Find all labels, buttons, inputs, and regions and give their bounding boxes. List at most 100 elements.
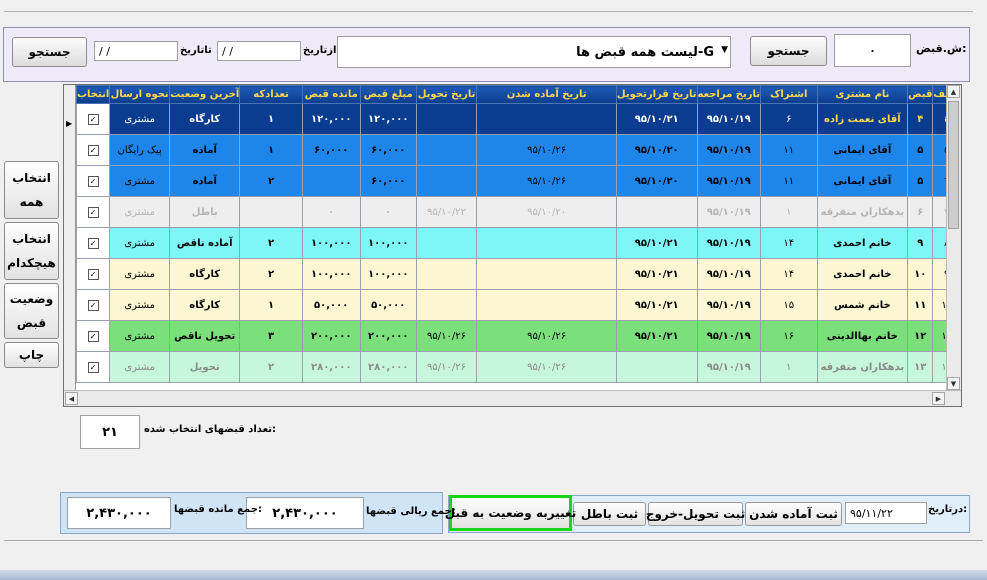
cell-remain[interactable]: ۰ [301, 196, 361, 228]
cell-due-date[interactable]: ۹۵/۱۰/۲۱ [615, 227, 698, 259]
cell-send[interactable]: مشتری [109, 103, 171, 135]
cell-send[interactable]: مشتری [109, 196, 171, 228]
cell-status[interactable]: آماده ناقص [169, 227, 241, 259]
cell-ready-date[interactable]: ۹۵/۱۰/۲۶ [476, 134, 617, 166]
cell-remain[interactable]: ۱۲۰,۰۰۰ [301, 103, 361, 135]
cell-count[interactable]: ۱ [239, 134, 303, 166]
cell-ref-date[interactable]: ۹۵/۱۰/۱۹ [696, 103, 761, 135]
cell-send[interactable]: مشتری [109, 227, 171, 259]
cell-customer[interactable]: خانم احمدی [816, 258, 909, 290]
row-select-checkbox[interactable]: ✓ [87, 144, 99, 156]
cell-ref-date[interactable]: ۹۵/۱۰/۱۹ [696, 196, 761, 228]
cell-receipt[interactable]: ۶ [907, 196, 934, 228]
cell-customer[interactable]: خانم احمدی [816, 227, 909, 259]
cell-sub[interactable]: ۱۴ [759, 227, 818, 259]
cell-ready-date[interactable]: ۹۵/۱۰/۲۰ [476, 196, 617, 228]
cell-check[interactable]: ✓ [75, 165, 111, 197]
cell-ready-date[interactable] [476, 258, 617, 290]
cell-check[interactable]: ✓ [75, 134, 111, 166]
cell-sub[interactable]: ۱ [759, 351, 818, 383]
scroll-down-icon[interactable]: ▼ [947, 377, 960, 390]
cell-amount[interactable]: ۵۰,۰۰۰ [359, 289, 417, 321]
cell-ref-date[interactable]: ۹۵/۱۰/۱۹ [696, 134, 761, 166]
cell-ready-date[interactable]: ۹۵/۱۰/۲۶ [476, 320, 617, 352]
cell-due-date[interactable]: ۹۵/۱۰/۲۰ [615, 134, 698, 166]
cell-due-date[interactable]: ۹۵/۱۰/۲۱ [615, 103, 698, 135]
scroll-thumb[interactable] [948, 101, 959, 229]
cell-amount[interactable]: ۶۰,۰۰۰ [359, 134, 417, 166]
status-date-input[interactable]: ۹۵/۱۱/۲۲ [845, 502, 927, 524]
col-header-ref-date[interactable]: تاریخ مراجعه [696, 85, 761, 104]
cell-receipt[interactable]: ۴ [907, 103, 934, 135]
cell-deliv-date[interactable]: ۹۵/۱۰/۲۲ [415, 196, 478, 228]
cell-count[interactable]: ۲ [239, 351, 303, 383]
cell-check[interactable]: ✓ [75, 227, 111, 259]
cell-customer[interactable]: خانم شمس [816, 289, 909, 321]
table-row[interactable]: ✓ مشتری تحویل ۲ ۲۸۰,۰۰۰ ۲۸۰,۰۰۰ ۹۵/۱۰/۲۶ ۹۵/۱۰/… [75, 351, 961, 383]
cell-send[interactable]: مشتری [109, 258, 171, 290]
receipt-no-input[interactable]: ۰ [834, 34, 911, 67]
receipt-status-button[interactable]: وضعیت قبض [4, 283, 59, 339]
cell-ref-date[interactable]: ۹۵/۱۰/۱۹ [696, 227, 761, 259]
cell-customer[interactable]: آقای ایمانی [816, 165, 909, 197]
cell-receipt[interactable]: ۱۳ [907, 351, 934, 383]
cell-send[interactable]: مشتری [109, 289, 171, 321]
row-select-checkbox[interactable]: ✓ [87, 206, 99, 218]
select-all-button[interactable]: انتخاب همه [4, 161, 59, 219]
cell-amount[interactable]: ۶۰,۰۰۰ [359, 165, 417, 197]
cell-customer[interactable]: آقای ایمانی [816, 134, 909, 166]
cell-deliv-date[interactable] [415, 289, 478, 321]
col-header-status[interactable]: آخرین وضعیت [169, 85, 241, 104]
cell-count[interactable]: ۲ [239, 165, 303, 197]
table-row[interactable]: ✓ مشتری کارگاه ۱ ۵۰,۰۰۰ ۵۰,۰۰۰ ۹۵/۱۰/۲۱ ۹۵/۱۰/۱… [75, 289, 961, 321]
cell-sub[interactable]: ۱۱ [759, 165, 818, 197]
grid-horizontal-scrollbar[interactable]: ◀ ▶ [64, 390, 961, 406]
cell-due-date[interactable]: ۹۵/۱۰/۲۱ [615, 289, 698, 321]
cell-deliv-date[interactable] [415, 134, 478, 166]
row-select-checkbox[interactable]: ✓ [87, 175, 99, 187]
cell-status[interactable]: آماده [169, 134, 241, 166]
cell-receipt[interactable]: ۵ [907, 134, 934, 166]
cell-count[interactable]: ۱ [239, 103, 303, 135]
cell-sub[interactable]: ۱۵ [759, 289, 818, 321]
cell-ref-date[interactable]: ۹۵/۱۰/۱۹ [696, 320, 761, 352]
date-search-button[interactable]: جستجو [12, 37, 87, 67]
row-select-checkbox[interactable]: ✓ [87, 237, 99, 249]
cell-remain[interactable]: ۶۰,۰۰۰ [301, 134, 361, 166]
cell-send[interactable]: مشتری [109, 320, 171, 352]
cell-ready-date[interactable] [476, 289, 617, 321]
register-void-button[interactable]: ثبت باطل [573, 502, 646, 526]
cell-check[interactable]: ✓ [75, 258, 111, 290]
col-header-due-date[interactable]: تاریخ قرارتحویل [615, 85, 698, 104]
cell-remain[interactable] [301, 165, 361, 197]
table-row[interactable]: ✓ مشتری باطل ۰ ۰ ۹۵/۱۰/۲۲ ۹۵/۱۰/۲۰ ۹۵/۱۰/۱۹ ۱ بده… [75, 196, 961, 228]
row-select-checkbox[interactable]: ✓ [87, 113, 99, 125]
cell-receipt[interactable]: ۹ [907, 227, 934, 259]
table-row[interactable]: ✓ پیک رایگان آماده ۱ ۶۰,۰۰۰ ۶۰,۰۰۰ ۹۵/۱۰/۲۶ ۹۵/… [75, 134, 961, 166]
register-ready-button[interactable]: ثبت آماده شدن [745, 502, 842, 526]
col-header-count[interactable]: تعدادکه [239, 85, 303, 104]
cell-customer[interactable]: بدهکاران متفرقه [816, 196, 909, 228]
cell-remain[interactable]: ۱۰۰,۰۰۰ [301, 227, 361, 259]
cell-status[interactable]: کارگاه [169, 258, 241, 290]
row-select-checkbox[interactable]: ✓ [87, 299, 99, 311]
cell-deliv-date[interactable] [415, 165, 478, 197]
list-select[interactable]: لیست همه قبض ها-G ▼ [337, 36, 731, 68]
cell-check[interactable]: ✓ [75, 196, 111, 228]
cell-remain[interactable]: ۲۰۰,۰۰۰ [301, 320, 361, 352]
cell-receipt[interactable]: ۱۱ [907, 289, 934, 321]
cell-count[interactable]: ۱ [239, 289, 303, 321]
col-header-deliv-date[interactable]: تاریخ تحویل [415, 85, 478, 104]
col-header-ready-date[interactable]: تاریخ آماده شدن [476, 85, 617, 104]
print-button[interactable]: چاپ [4, 342, 59, 368]
col-header-customer[interactable]: نام مشتری [816, 85, 909, 104]
cell-remain[interactable]: ۱۰۰,۰۰۰ [301, 258, 361, 290]
table-row[interactable]: ✓ مشتری کارگاه ۱ ۱۲۰,۰۰۰ ۱۲۰,۰۰۰ ۹۵/۱۰/۲۱ ۹۵/۱۰… [75, 103, 961, 135]
row-selector-gutter[interactable]: ▶ [64, 85, 76, 390]
revert-status-button[interactable]: تغییربه وضعیت به قبل [445, 495, 576, 531]
cell-check[interactable]: ✓ [75, 351, 111, 383]
cell-remain[interactable]: ۵۰,۰۰۰ [301, 289, 361, 321]
col-header-select[interactable]: انتخاب [75, 85, 111, 104]
cell-status[interactable]: باطل [169, 196, 241, 228]
cell-due-date[interactable] [615, 196, 698, 228]
